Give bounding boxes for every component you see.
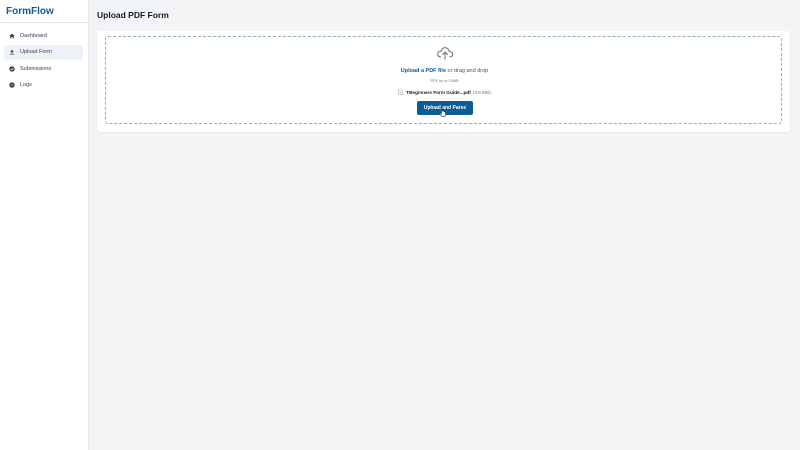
sidebar-item-label: Upload Form <box>20 49 52 56</box>
home-icon <box>8 32 15 39</box>
file-size: (3.6 MB) <box>472 89 491 95</box>
document-icon <box>398 89 403 95</box>
main-content: Upload PDF Form Upload a PDF file or dra… <box>89 0 800 450</box>
sidebar-item-label: Dashboard <box>20 32 47 39</box>
sidebar-item-logs[interactable]: Logs <box>4 78 83 93</box>
upload-icon <box>8 49 15 56</box>
sidebar-item-dashboard[interactable]: Dashboard <box>4 28 83 43</box>
sidebar-item-upload-form[interactable]: Upload Form <box>4 44 83 60</box>
check-circle-icon <box>8 65 15 72</box>
file-name: TBeginners Form Guide...pdf <box>406 89 471 95</box>
selected-file: TBeginners Form Guide...pdf (3.6 MB) <box>106 89 783 95</box>
upload-file-link[interactable]: Upload a PDF file <box>401 68 446 74</box>
drag-drop-text: or drag and drop <box>447 68 489 74</box>
pdf-dropzone[interactable]: Upload a PDF file or drag and drop PDF u… <box>105 36 782 124</box>
sidebar-item-submissions[interactable]: Submissions <box>4 61 83 76</box>
app-logo[interactable]: FormFlow <box>0 0 88 23</box>
upload-card: Upload a PDF file or drag and drop PDF u… <box>97 31 790 132</box>
sidebar-nav: Dashboard Upload Form Submissions Logs <box>0 23 88 93</box>
page-title: Upload PDF Form <box>97 10 169 20</box>
hand-cursor-icon <box>439 107 446 117</box>
sidebar-item-label: Submissions <box>20 65 52 72</box>
cloud-upload-icon <box>437 47 454 60</box>
sidebar: FormFlow Dashboard Upload Form Submissio… <box>0 0 89 450</box>
sidebar-item-label: Logs <box>20 82 32 89</box>
clock-icon <box>8 82 15 89</box>
file-size-hint: PDF up to 10MB <box>430 79 459 83</box>
upload-instructions: Upload a PDF file or drag and drop <box>106 68 783 74</box>
